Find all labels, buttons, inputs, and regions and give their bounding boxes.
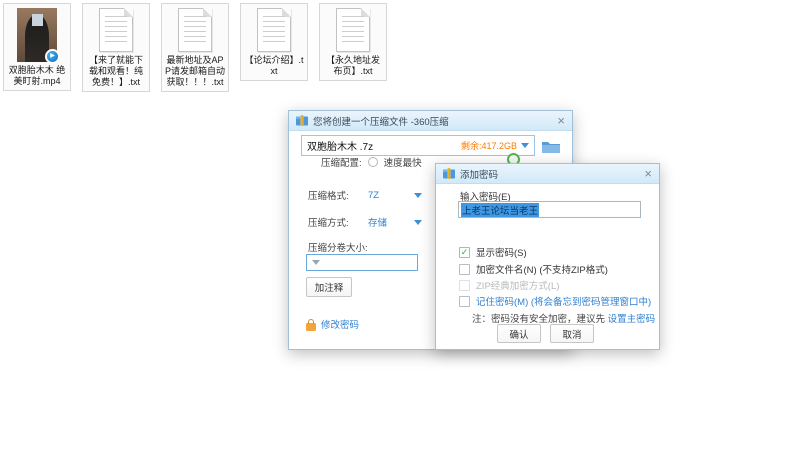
- chevron-down-icon[interactable]: [521, 143, 529, 148]
- archive-filename: 双胞胎木木 .7z: [307, 142, 374, 153]
- archive-name-input[interactable]: 双胞胎木木 .7z 剩余:417.2GB: [301, 135, 535, 156]
- format-dropdown[interactable]: 压缩格式: 7Z: [308, 188, 422, 202]
- config-label: 压缩配置:: [321, 158, 362, 169]
- text-file-icon: [336, 8, 370, 52]
- method-dropdown[interactable]: 压缩方式: 存储: [308, 215, 422, 229]
- checkbox-show-password[interactable]: ✓ 显示密码(S): [459, 245, 527, 259]
- file-tile-text-4[interactable]: 【永久地址发布页】.txt: [319, 3, 387, 81]
- archive-app-icon: [443, 168, 455, 179]
- file-name-label: 最新地址及APP请发邮箱自动获取！！！.txt: [164, 55, 225, 87]
- file-tile-text-1[interactable]: 【来了就能下载和观看！纯免费！】.txt: [82, 3, 150, 92]
- checkbox-label: 加密文件名(N) (不支持ZIP格式): [476, 265, 608, 276]
- checkbox-checked-icon[interactable]: ✓: [459, 246, 470, 258]
- checkbox-label: 显示密码(S): [476, 248, 527, 259]
- chevron-down-icon: [414, 192, 422, 198]
- dialog-title: 您将创建一个压缩文件 -360压缩: [313, 116, 449, 128]
- radio-fastest-label: 速度最快: [383, 158, 422, 169]
- dialog-title: 添加密码: [460, 169, 499, 181]
- confirm-button[interactable]: 确认: [497, 324, 541, 343]
- split-size-label: 压缩分卷大小:: [308, 243, 368, 254]
- radio-fastest[interactable]: [367, 157, 378, 167]
- cancel-button[interactable]: 取消: [550, 324, 594, 343]
- password-selected-text: 上老王论坛当老王: [461, 202, 540, 217]
- add-comment-button[interactable]: 加注释: [306, 277, 352, 297]
- chevron-down-icon: [414, 219, 422, 225]
- file-name-label: 【论坛介绍】.txt: [244, 55, 304, 76]
- checkbox-disabled-icon: [459, 279, 470, 291]
- method-label: 压缩方式:: [308, 218, 349, 229]
- format-value: 7Z: [368, 189, 380, 201]
- archive-app-icon: [296, 115, 308, 126]
- dialog-titlebar: 添加密码 ×: [436, 164, 659, 184]
- chevron-down-icon: [312, 260, 320, 265]
- video-thumbnail: ▶: [17, 8, 60, 64]
- file-name-label: 双胞胎木木 绝美盯射.mp4: [8, 65, 66, 86]
- split-size-combobox[interactable]: [306, 254, 418, 271]
- file-name-label: 【来了就能下载和观看！纯免费！】.txt: [88, 55, 143, 87]
- text-file-icon: [178, 8, 212, 52]
- set-master-password-link[interactable]: 设置主密码: [608, 314, 656, 325]
- desktop-file-list: ▶ 双胞胎木木 绝美盯射.mp4 【来了就能下载和观看！纯免费！】.txt 最新…: [3, 3, 387, 92]
- dialog-titlebar: 您将创建一个压缩文件 -360压缩 ×: [289, 111, 572, 131]
- close-icon[interactable]: ×: [557, 114, 565, 127]
- checkbox-zip-classic-encryption: ZIP经典加密方式(L): [459, 278, 559, 292]
- password-input[interactable]: 上老王论坛当老王: [458, 201, 641, 218]
- text-file-icon: [257, 8, 291, 52]
- text-file-icon: [99, 8, 133, 52]
- method-value: 存储: [368, 218, 388, 229]
- checkbox-unchecked-icon[interactable]: [459, 263, 470, 275]
- checkbox-remember-password[interactable]: 记住密码(M) (将会备忘到密码管理窗口中): [459, 294, 651, 308]
- checkbox-label: ZIP经典加密方式(L): [476, 281, 560, 292]
- change-password-row[interactable]: 修改密码: [306, 317, 359, 331]
- disk-space-remaining: 剩余:417.2GB: [460, 141, 517, 151]
- file-tile-text-2[interactable]: 最新地址及APP请发邮箱自动获取！！！.txt: [161, 3, 229, 92]
- close-icon[interactable]: ×: [644, 167, 652, 180]
- browse-folder-icon[interactable]: [541, 138, 561, 154]
- checkbox-encrypt-filenames[interactable]: 加密文件名(N) (不支持ZIP格式): [459, 262, 608, 276]
- checkbox-label: 记住密码(M) (将会备忘到密码管理窗口中): [476, 297, 652, 308]
- format-label: 压缩格式:: [308, 191, 349, 202]
- lock-icon: [306, 318, 316, 331]
- thumbnail-face: [32, 14, 43, 26]
- security-note: 注：密码没有安全加密，建议先 设置主密码: [472, 311, 655, 325]
- video-player-badge-icon: ▶: [45, 49, 60, 64]
- add-password-dialog: 添加密码 × 输入密码(E) 上老王论坛当老王 ✓ 显示密码(S) 加密文件名(…: [435, 163, 660, 350]
- checkbox-unchecked-icon[interactable]: [459, 295, 470, 307]
- file-name-label: 【永久地址发布页】.txt: [325, 55, 380, 76]
- change-password-link[interactable]: 修改密码: [321, 317, 359, 331]
- file-tile-text-3[interactable]: 【论坛介绍】.txt: [240, 3, 308, 81]
- compress-config-row: 压缩配置: 速度最快: [321, 155, 422, 169]
- file-tile-video[interactable]: ▶ 双胞胎木木 绝美盯射.mp4: [3, 3, 71, 91]
